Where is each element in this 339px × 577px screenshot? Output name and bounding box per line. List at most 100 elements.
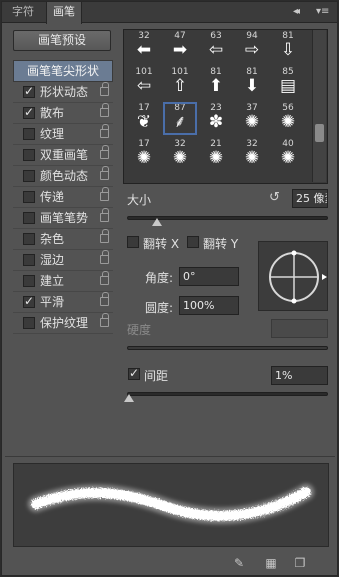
- arrow-left-outline-icon: ⇦: [208, 40, 224, 60]
- brush-tip-cell[interactable]: 81 ⇩: [272, 31, 304, 62]
- setting-checkbox[interactable]: [23, 275, 35, 287]
- splatter-brush-icon: ✺: [136, 148, 152, 168]
- setting-label: 杂色: [40, 232, 65, 246]
- brush-tip-cell[interactable]: 32 ⬅: [128, 31, 160, 62]
- brush-tip-cell[interactable]: 47 ➡: [164, 31, 196, 62]
- setting-checkbox[interactable]: [23, 233, 35, 245]
- scrollbar-thumb[interactable]: [315, 124, 324, 142]
- collapse-panel-icon[interactable]: ◂◂: [293, 6, 300, 17]
- restore-size-icon[interactable]: ↺: [269, 191, 283, 205]
- brush-setting-item[interactable]: 建立: [13, 271, 113, 292]
- arrow-right-icon: ➡: [172, 40, 188, 60]
- brush-setting-item[interactable]: 平滑: [13, 292, 113, 313]
- arrow-left-icon: ⬅: [136, 40, 152, 60]
- tab-brush[interactable]: 画笔: [46, 2, 82, 24]
- brush-tip-cell[interactable]: 56 ✺: [272, 103, 304, 134]
- setting-checkbox[interactable]: [23, 84, 35, 98]
- lock-icon[interactable]: [100, 292, 109, 306]
- panel-menu-icon[interactable]: ▾≡: [316, 6, 329, 17]
- spacing-slider[interactable]: [127, 392, 328, 396]
- roundness-field[interactable]: 100%: [179, 296, 239, 315]
- brush-tip-cell[interactable]: 63 ⇦: [200, 31, 232, 62]
- splatter-brush-icon: ✺: [208, 148, 224, 168]
- brush-setting-item[interactable]: 画笔笔势: [13, 208, 113, 229]
- splatter-brush-icon: ✺: [172, 148, 188, 168]
- brush-tip-cell[interactable]: 40 ✺: [272, 139, 304, 170]
- lock-icon[interactable]: [100, 250, 109, 264]
- brush-setting-item[interactable]: 传递: [13, 187, 113, 208]
- angle-field[interactable]: 0°: [179, 267, 239, 286]
- arrow-up-icon: ⬆: [208, 76, 224, 96]
- brush-tip-cell[interactable]: 32 ✺: [164, 139, 196, 170]
- lock-icon[interactable]: [100, 145, 109, 159]
- setting-checkbox[interactable]: [23, 149, 35, 161]
- brush-tip-shape-item[interactable]: 画笔笔尖形状: [13, 60, 113, 82]
- brush-setting-item[interactable]: 双重画笔: [13, 145, 113, 166]
- setting-checkbox[interactable]: [23, 105, 35, 119]
- brush-tip-cell[interactable]: 17 ❦: [128, 103, 160, 134]
- brush-tip-cell[interactable]: 81 ⬆: [200, 67, 232, 98]
- lock-icon[interactable]: [100, 271, 109, 285]
- tab-character[interactable]: 字符: [6, 2, 40, 23]
- brush-tip-cell[interactable]: 94 ⇨: [236, 31, 268, 62]
- lock-icon[interactable]: [100, 229, 109, 243]
- angle-roundness-widget[interactable]: [258, 241, 328, 311]
- hardness-field[interactable]: [271, 319, 328, 338]
- lock-icon[interactable]: [100, 187, 109, 201]
- splatter-brush-icon: ✺: [280, 112, 296, 132]
- toggle-brush-preview-icon[interactable]: ✎: [232, 556, 246, 570]
- open-preset-manager-icon[interactable]: ▦: [264, 556, 278, 570]
- setting-label: 建立: [40, 274, 65, 288]
- brush-tip-cell[interactable]: 23 ✽: [200, 103, 232, 134]
- brush-grid-scrollbar[interactable]: [312, 30, 326, 182]
- flip-y-checkbox[interactable]: [187, 236, 199, 248]
- lock-icon[interactable]: [100, 208, 109, 222]
- setting-checkbox[interactable]: [23, 294, 35, 308]
- lock-icon[interactable]: [100, 166, 109, 180]
- arrow-up-outline-icon: ⇧: [172, 76, 188, 96]
- brush-tip-cell[interactable]: 81 ⬇: [236, 67, 268, 98]
- brush-tip-cell[interactable]: 21 ✺: [200, 139, 232, 170]
- angle-compass-icon[interactable]: [259, 242, 329, 312]
- size-slider-thumb[interactable]: [152, 218, 163, 226]
- brush-presets-button[interactable]: 画笔预设: [13, 30, 111, 51]
- setting-checkbox[interactable]: [23, 212, 35, 224]
- brush-setting-item[interactable]: 形状动态: [13, 82, 113, 103]
- setting-checkbox[interactable]: [23, 128, 35, 140]
- brush-setting-item[interactable]: 湿边: [13, 250, 113, 271]
- roundness-label: 圆度:: [145, 301, 174, 315]
- brush-tip-cell[interactable]: 101 ⇦: [128, 67, 160, 98]
- brush-tip-grid[interactable]: 32 ⬅ 47 ➡ 63 ⇦ 94 ⇨ 81 ⇩ 101 ⇦ 101 ⇧ 81 ⬆ 81 ⬇ 85 ▤ 17 ❦ 87 ⸙ 23…: [123, 29, 328, 184]
- brush-tip-cell[interactable]: 85 ▤: [272, 67, 304, 98]
- brush-setting-item[interactable]: 散布: [13, 103, 113, 124]
- tab-bar: 字符 画笔 ◂◂ ▾≡: [2, 2, 337, 24]
- size-field[interactable]: 25 像素: [292, 189, 328, 208]
- setting-label: 传递: [40, 190, 65, 204]
- flip-x-checkbox[interactable]: [127, 236, 139, 248]
- brush-setting-item[interactable]: 颜色动态: [13, 166, 113, 187]
- setting-checkbox[interactable]: [23, 254, 35, 266]
- spacing-slider-thumb[interactable]: [124, 394, 134, 402]
- create-new-brush-icon[interactable]: ❐: [293, 556, 307, 570]
- brush-tip-cell[interactable]: 37 ✺: [236, 103, 268, 134]
- lock-icon[interactable]: [100, 124, 109, 138]
- setting-checkbox[interactable]: [23, 317, 35, 329]
- brush-setting-item[interactable]: 纹理: [13, 124, 113, 145]
- setting-checkbox[interactable]: [23, 191, 35, 203]
- spacing-field[interactable]: 1%: [271, 366, 328, 385]
- lock-icon[interactable]: [100, 82, 109, 96]
- setting-label: 保护纹理: [40, 316, 89, 330]
- brush-setting-item[interactable]: 保护纹理: [13, 313, 113, 334]
- brush-tip-cell[interactable]: 87 ⸙: [163, 102, 197, 135]
- spacing-checkbox[interactable]: [128, 366, 140, 380]
- setting-checkbox[interactable]: [23, 170, 35, 182]
- brush-tip-cell[interactable]: 17 ✺: [128, 139, 160, 170]
- leaf-brush-icon: ❦: [136, 112, 152, 132]
- lock-icon[interactable]: [100, 313, 109, 327]
- lock-icon[interactable]: [100, 103, 109, 117]
- brush-tip-cell[interactable]: 101 ⇧: [164, 67, 196, 98]
- angle-label: 角度:: [145, 271, 174, 285]
- brush-tip-cell[interactable]: 32 ✺: [236, 139, 268, 170]
- brush-setting-item[interactable]: 杂色: [13, 229, 113, 250]
- hardness-slider[interactable]: [127, 346, 328, 350]
